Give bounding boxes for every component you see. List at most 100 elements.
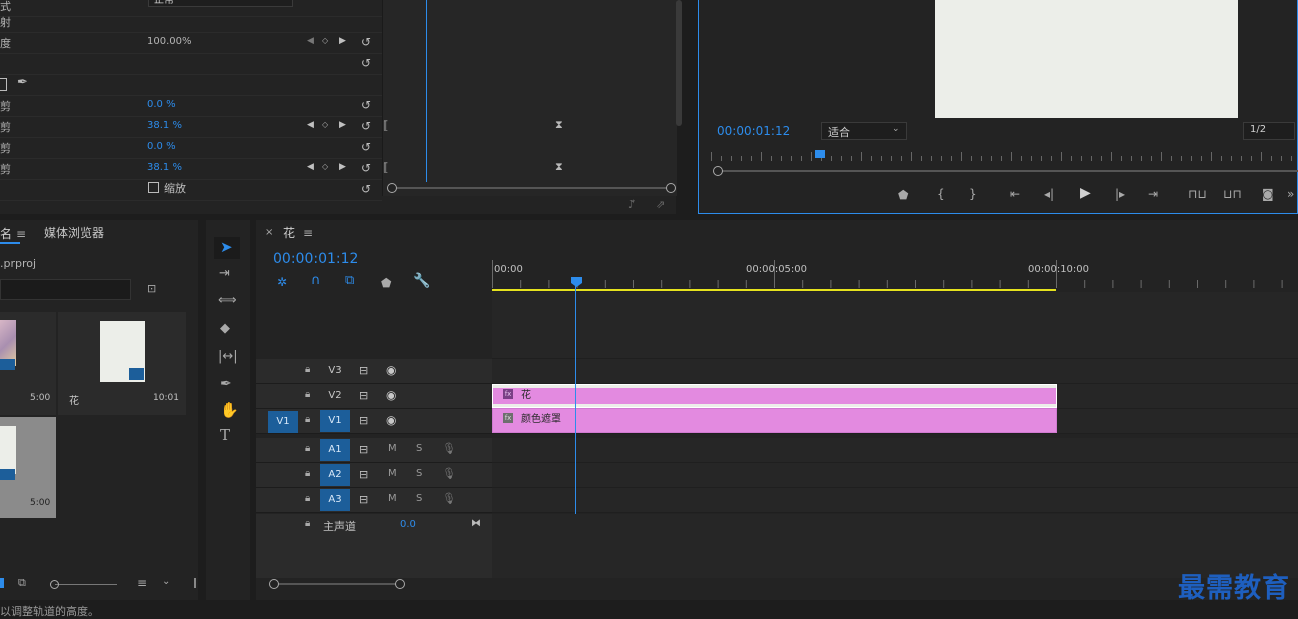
scale-checkbox[interactable] [148,182,159,193]
effect-row[interactable]: 通道映射 [0,11,382,33]
ec-zoom-scrollbar[interactable] [391,187,673,189]
effect-row[interactable]: 缩放 ↺ [0,179,382,201]
sort-icon[interactable]: ≡ [137,577,147,589]
track-select-tool-icon[interactable]: ⇥ [219,267,230,280]
linked-selection-icon[interactable]: ⧉ [345,274,354,287]
pen-mask-icon[interactable]: ✒ [17,75,28,90]
reset-icon[interactable]: ↺ [361,56,371,70]
time-ruler[interactable]: 00:00 00:00:05:00 00:00:10:00 [492,246,1298,292]
timeline-timecode[interactable]: 00:00:01:12 [273,251,358,267]
effect-row[interactable]: ↺ [0,53,382,75]
lock-icon[interactable]: 🔒︎ [305,443,310,454]
close-icon[interactable]: × [265,227,273,238]
reset-icon[interactable]: ↺ [361,98,371,112]
project-item[interactable]: 花 10:01 [58,312,186,415]
lock-icon[interactable]: 🔒︎ [305,518,310,529]
lock-icon[interactable]: 🔒︎ [305,364,310,375]
tab-media-browser[interactable]: 媒体浏览器 [44,224,104,241]
timeline-zoom-scrollbar[interactable] [274,583,400,585]
track-lane-v3[interactable] [492,359,1298,384]
eye-icon[interactable]: ◉ [386,413,396,427]
track-target-a3[interactable]: A3 [320,489,350,511]
reset-icon[interactable]: ↺ [361,140,371,154]
resolution-dropdown[interactable]: 1/2 [1243,122,1295,140]
clip-color-matte[interactable]: fx 颜色遮罩 [492,408,1057,433]
track-lane-a1[interactable] [492,438,1298,463]
add-marker-icon[interactable]: ⬟ [381,277,391,289]
prev-keyframe-icon[interactable]: ◀ [307,120,314,130]
track-lane-a2[interactable] [492,463,1298,488]
master-expand-icon[interactable]: ⧓ [471,518,481,529]
program-mini-ruler[interactable] [711,150,1298,162]
track-header-a2[interactable]: 🔒︎ A2 ⊟ M S 🎙︎ [256,463,492,488]
add-marker-icon[interactable]: ⬟ [898,189,908,201]
keyframe-navigator[interactable]: ◀ ◇ ▶ [307,36,347,48]
track-target-v3[interactable]: V3 [320,360,350,382]
track-target-v2[interactable]: V2 [320,385,350,407]
icon-view-icon[interactable]: ⧉ [18,577,26,589]
slip-tool-icon[interactable]: |↔| [218,350,238,363]
play-icon[interactable]: ▶ [1080,186,1091,200]
program-playhead[interactable] [815,150,825,158]
effect-row-value[interactable]: 38.1 % [147,162,182,173]
project-item[interactable]: 5:00 [0,312,56,415]
thumbnail-size-handle[interactable] [50,580,59,589]
list-view-icon[interactable] [0,578,4,588]
effect-row[interactable]: 右侧裁剪 38.1 % ◀ ◇ ▶ ↺ [0,158,382,180]
hand-tool-icon[interactable]: ✋ [220,403,239,418]
eye-icon[interactable]: ◉ [386,388,396,402]
track-header-v3[interactable]: 🔒︎ V3 ⊟ ◉ [256,359,492,384]
effect-row-value[interactable]: 100.00% [147,36,192,47]
next-keyframe-icon[interactable]: ▶ [339,162,346,172]
mute-button[interactable]: M [388,443,397,454]
solo-button[interactable]: S [416,493,422,504]
microphone-icon[interactable]: 🎙︎ [442,467,456,480]
sync-lock-icon[interactable]: ⊟ [359,364,368,377]
lock-icon[interactable]: 🔒︎ [305,493,310,504]
source-patch-v1[interactable]: V1 [268,411,298,433]
new-bin-icon[interactable]: ⊡ [147,282,156,295]
wrench-icon[interactable]: 🔧 [413,274,430,288]
step-forward-icon[interactable]: |▸ [1115,188,1125,200]
mark-out-icon[interactable]: } [969,188,977,200]
sync-lock-icon[interactable]: ⊟ [359,389,368,402]
reset-icon[interactable]: ↺ [361,182,371,196]
ec-vertical-scrollbar[interactable] [676,0,682,126]
track-header-a1[interactable]: 🔒︎ A1 ⊟ M S 🎙︎ [256,438,492,463]
thumbnail-size-slider[interactable] [55,584,117,585]
type-tool-icon[interactable]: T [220,428,230,443]
keyframe-navigator[interactable]: ◀ ◇ ▶ [307,120,347,132]
step-back-icon[interactable]: ◂| [1044,188,1054,200]
camera-icon[interactable]: ◙ [1262,188,1274,200]
effect-row[interactable]: ✒ [0,74,382,96]
lock-icon[interactable]: 🔒︎ [305,389,310,400]
go-to-out-icon[interactable]: ⇥ [1148,188,1158,200]
master-volume[interactable]: 0.0 [400,519,416,530]
prev-keyframe-icon[interactable]: ◀ [307,162,314,172]
sync-lock-icon[interactable]: ⊟ [359,414,368,427]
prev-keyframe-icon[interactable]: ◀ [307,36,314,46]
solo-button[interactable]: S [416,468,422,479]
solo-button[interactable]: S [416,443,422,454]
export-frame-icon[interactable]: ♪⃗ [628,198,635,211]
track-lane-a3[interactable] [492,488,1298,513]
microphone-icon[interactable]: 🎙︎ [442,492,456,505]
blend-mode-select[interactable]: 正常 [148,0,293,7]
selection-tool-icon[interactable]: ➤ [220,240,233,255]
work-area-bar[interactable] [492,289,1056,291]
lock-icon[interactable]: 🔒︎ [305,468,310,479]
program-zoom-handle[interactable] [713,166,723,176]
track-target-a2[interactable]: A2 [320,464,350,486]
timeline-zoom-handle-right[interactable] [395,579,405,589]
snap-magnet-icon[interactable]: ∩ [311,274,321,287]
lock-icon[interactable]: 🔒︎ [305,414,310,425]
ripple-edit-tool-icon[interactable]: ⟺ [218,294,237,307]
mute-button[interactable]: M [388,468,397,479]
mute-button[interactable]: M [388,493,397,504]
chevron-down-icon[interactable]: ⌄ [162,576,170,588]
razor-tool-icon[interactable]: ◆ [220,322,230,335]
track-header-v2[interactable]: 🔒︎ V2 ⊟ ◉ [256,384,492,409]
program-timecode[interactable]: 00:00:01:12 [717,124,790,138]
nest-icon[interactable]: ✲ [277,276,287,288]
microphone-icon[interactable]: 🎙︎ [442,442,456,455]
